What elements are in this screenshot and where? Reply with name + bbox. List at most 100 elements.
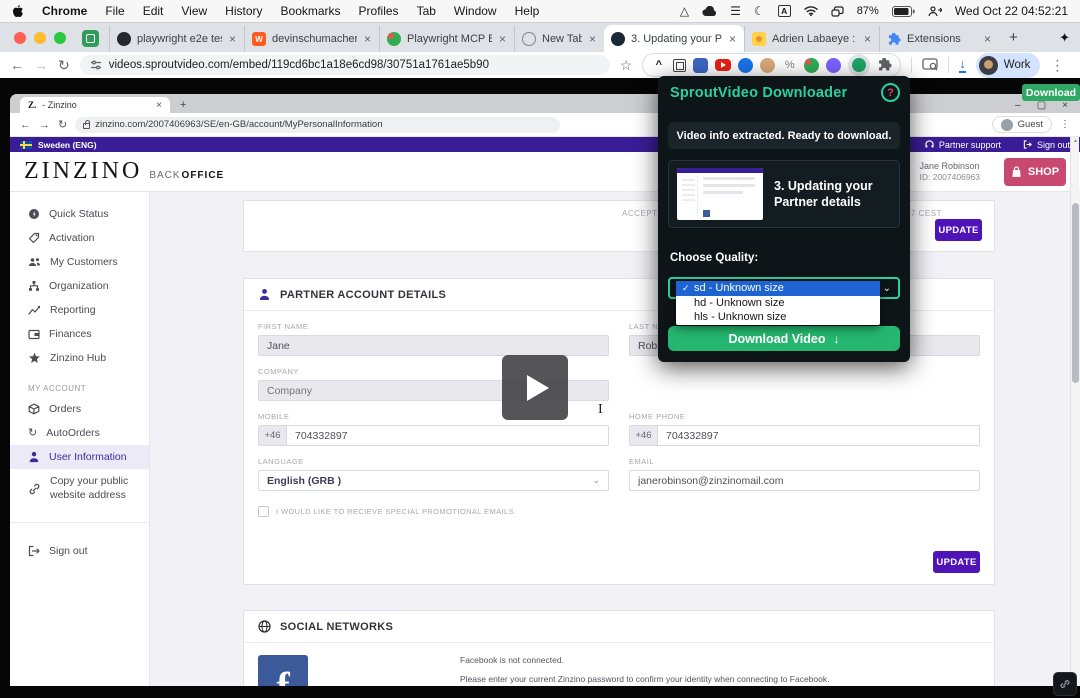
menu-help[interactable]: Help xyxy=(515,4,540,18)
details-update-button[interactable]: UPDATE xyxy=(933,551,980,573)
reload-icon[interactable]: ↻ xyxy=(58,118,67,131)
close-tab-icon[interactable]: × xyxy=(863,32,872,46)
inner-tab-zinzino[interactable]: Z. - Zinzino × xyxy=(20,97,170,113)
facebook-icon[interactable]: f xyxy=(258,655,308,686)
inner-address-bar[interactable]: zinzino.com/2007406963/SE/en-GB/account/… xyxy=(75,117,560,133)
tab-new-tab[interactable]: New Tab × xyxy=(514,26,604,52)
extensions-menu-icon[interactable] xyxy=(877,58,892,73)
quality-option-sd[interactable]: ✓ sd - Unknown size xyxy=(676,281,880,296)
sidebar-item-zinzino-hub[interactable]: Zinzino Hub xyxy=(10,346,149,370)
collapse-caret-icon[interactable]: ^ xyxy=(651,58,666,73)
user-switch-icon[interactable] xyxy=(928,6,942,17)
nav-partner-support[interactable]: Partner support xyxy=(925,140,1001,150)
close-tab-icon[interactable]: × xyxy=(728,32,737,46)
inner-new-tab-button[interactable]: + xyxy=(180,99,186,111)
guest-profile-button[interactable]: Guest xyxy=(992,116,1052,133)
page-scrollbar[interactable]: ▲ xyxy=(1070,137,1079,686)
minimize-icon[interactable]: – xyxy=(1015,100,1021,111)
zoom-window-button[interactable] xyxy=(54,32,66,44)
avatar-extension-icon[interactable] xyxy=(760,58,775,73)
menu-profiles[interactable]: Profiles xyxy=(359,4,399,18)
promo-checkbox[interactable] xyxy=(258,506,269,517)
close-tab-icon[interactable]: × xyxy=(588,32,597,46)
quality-option-hd[interactable]: hd - Unknown size xyxy=(676,296,880,311)
sidebar-item-quick-status[interactable]: Quick Status xyxy=(10,202,149,226)
back-icon[interactable]: ← xyxy=(20,119,31,131)
sproutvideo-player-logo[interactable] xyxy=(1053,672,1077,696)
mobile-input[interactable] xyxy=(287,426,608,445)
recorder-download-button[interactable]: Download xyxy=(1022,84,1080,101)
screen-mirroring-icon[interactable] xyxy=(831,6,844,17)
purple-extension-icon[interactable] xyxy=(826,58,841,73)
tab-adrien-labaeye[interactable]: Adrien Labaeye : Berlin, × xyxy=(744,26,879,52)
inner-menu-kebab-icon[interactable]: ⋮ xyxy=(1060,119,1070,130)
help-button[interactable]: ? xyxy=(881,83,900,102)
video-player[interactable]: Z. - Zinzino × + – ▢ × ← → ↻ zinzino.com… xyxy=(0,78,1080,698)
scroll-up-icon[interactable]: ▲ xyxy=(1072,138,1079,144)
close-icon[interactable]: × xyxy=(1062,100,1068,111)
email-input[interactable] xyxy=(629,470,980,491)
close-tab-icon[interactable]: × xyxy=(498,32,507,46)
sidebar-item-my-customers[interactable]: My Customers xyxy=(10,250,149,274)
menu-tab[interactable]: Tab xyxy=(417,4,436,18)
stage-manager-icon[interactable]: ☰ xyxy=(730,5,741,17)
menu-chrome[interactable]: Chrome xyxy=(42,4,87,18)
terms-update-button[interactable]: UPDATE xyxy=(935,219,982,241)
blue-extension-icon[interactable] xyxy=(738,58,753,73)
close-window-button[interactable] xyxy=(14,32,26,44)
menu-file[interactable]: File xyxy=(105,4,124,18)
tab-playwright-mcp[interactable]: Playwright MCP Bridge × xyxy=(379,26,514,52)
chrome-menu-kebab-icon[interactable]: ⋮ xyxy=(1050,58,1064,72)
profile-button[interactable]: Work xyxy=(976,53,1041,78)
tab-updating-partner-details[interactable]: 3. Updating your Partne × xyxy=(604,25,744,52)
sidebar-item-activation[interactable]: Activation xyxy=(10,226,149,250)
new-tab-button[interactable]: + xyxy=(1009,29,1018,46)
tab-extensions[interactable]: Extensions × xyxy=(879,26,999,52)
sparkle-icon[interactable]: ✦ xyxy=(1059,30,1070,46)
tab-playwright-e2e[interactable]: playwright e2e tests on × xyxy=(109,26,244,52)
input-source-icon[interactable]: A xyxy=(778,5,791,17)
sidebar-item-user-information[interactable]: User Information xyxy=(10,445,149,469)
apple-icon[interactable] xyxy=(12,4,24,18)
menubar-clock[interactable]: Wed Oct 22 04:52:21 xyxy=(955,4,1068,18)
focus-moon-icon[interactable]: ☾ xyxy=(754,5,765,17)
maximize-icon[interactable]: ▢ xyxy=(1037,100,1046,111)
bookmark-star-icon[interactable]: ☆ xyxy=(620,58,633,72)
shop-button[interactable]: SHOP xyxy=(1004,158,1066,186)
quality-option-hls[interactable]: hls - Unknown size xyxy=(676,310,880,325)
wifi-icon[interactable] xyxy=(804,6,818,16)
nav-sign-out[interactable]: Sign out xyxy=(1023,140,1070,150)
menu-bookmarks[interactable]: Bookmarks xyxy=(281,4,341,18)
shield-extension-icon[interactable] xyxy=(693,58,708,73)
cloud-icon[interactable] xyxy=(702,6,717,16)
sidebar-item-copy-public-website[interactable]: Copy your public website address xyxy=(10,469,149,508)
sidebar-item-reporting[interactable]: Reporting xyxy=(10,298,149,322)
menu-window[interactable]: Window xyxy=(454,4,497,18)
sproutvideo-downloader-icon[interactable] xyxy=(848,54,870,76)
playwright-extension-icon[interactable] xyxy=(804,58,819,73)
close-tab-icon[interactable]: × xyxy=(228,32,237,46)
sidebar-item-organization[interactable]: Organization xyxy=(10,274,149,298)
downloads-icon[interactable]: ↓ xyxy=(959,57,966,73)
forward-button[interactable]: → xyxy=(34,58,48,72)
back-button[interactable]: ← xyxy=(10,58,24,72)
sidebar-item-sign-out[interactable]: Sign out xyxy=(10,539,149,563)
home-phone-input[interactable] xyxy=(658,426,979,445)
reload-button[interactable]: ↻ xyxy=(58,58,70,72)
sidebar-item-finances[interactable]: Finances xyxy=(10,322,149,346)
close-tab-icon[interactable]: × xyxy=(363,32,372,46)
link-extension-icon[interactable]: % xyxy=(782,58,797,73)
sidebar-item-orders[interactable]: Orders xyxy=(10,397,149,421)
scrollbar-thumb[interactable] xyxy=(1072,203,1079,383)
menu-history[interactable]: History xyxy=(225,4,262,18)
zinzino-logo[interactable]: ZINZINO BACK OFFICE xyxy=(24,158,224,185)
url-text[interactable]: videos.sproutvideo.com/embed/119cd6bc1a1… xyxy=(109,59,489,71)
triangle-status-icon[interactable]: △ xyxy=(680,5,689,17)
sidebar-item-autoorders[interactable]: ↻ AutoOrders xyxy=(10,421,149,445)
user-info[interactable]: Jane Robinson ID: 2007406963 xyxy=(920,161,981,183)
screen-capture-icon[interactable] xyxy=(922,58,938,72)
play-button[interactable] xyxy=(502,355,568,420)
locale-label[interactable]: Sweden (ENG) xyxy=(38,140,97,150)
youtube-extension-icon[interactable] xyxy=(715,59,731,71)
forward-icon[interactable]: → xyxy=(39,119,50,131)
